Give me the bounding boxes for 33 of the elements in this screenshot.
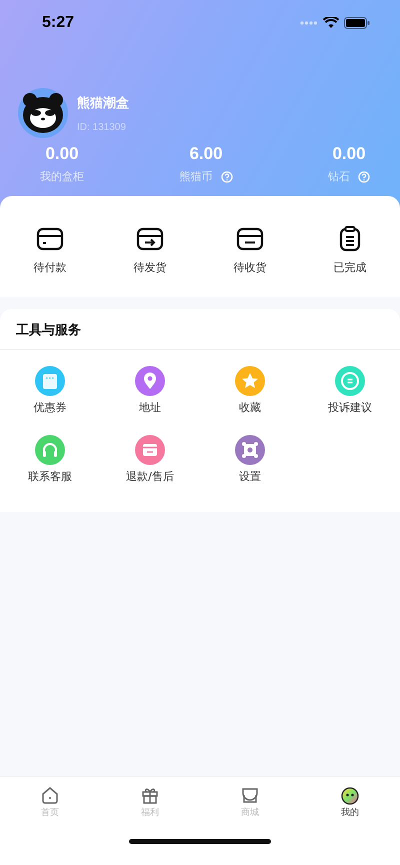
signal-icon: [300, 18, 318, 26]
service-button[interactable]: 联系客服: [0, 435, 100, 484]
box-icon: [236, 226, 264, 252]
wifi-icon: [323, 16, 339, 28]
service-button[interactable]: 收藏: [200, 366, 300, 415]
stat-label: 熊猫币: [180, 169, 212, 184]
service-button[interactable]: 设置: [200, 435, 300, 484]
stat-value: 0.00: [45, 144, 79, 164]
house-icon: [40, 785, 60, 805]
user-name: 熊猫潮盒: [77, 94, 129, 112]
mascot-face-icon: [340, 785, 360, 805]
stat-label: 我的盒柜: [40, 169, 84, 184]
battery-icon: [344, 16, 370, 28]
service-button[interactable]: 投诉建议: [300, 366, 400, 415]
stat-value: 6.00: [189, 144, 223, 164]
service-button[interactable]: 退款/售后: [100, 435, 200, 484]
help-icon[interactable]: [358, 170, 370, 182]
status-time: 5:27: [42, 14, 74, 32]
stat-label: 钻石: [328, 169, 350, 184]
box-icon: [136, 226, 164, 252]
help-icon[interactable]: [220, 170, 232, 182]
order-status-button[interactable]: 待付款: [0, 226, 100, 275]
tab-button[interactable]: 我的: [300, 785, 400, 819]
service-button[interactable]: 地址: [100, 366, 200, 415]
box-icon: [36, 226, 64, 252]
section-title: 工具与服务: [0, 309, 400, 350]
panda-avatar-icon[interactable]: [18, 88, 68, 138]
user-id: ID: 131309: [77, 122, 127, 132]
order-status-button[interactable]: 待发货: [100, 226, 200, 275]
service-button[interactable]: 优惠券: [0, 366, 100, 415]
stat-value: 0.00: [332, 144, 366, 164]
order-status-button[interactable]: 已完成: [300, 226, 400, 275]
order-status-button[interactable]: 待收货: [200, 226, 300, 275]
